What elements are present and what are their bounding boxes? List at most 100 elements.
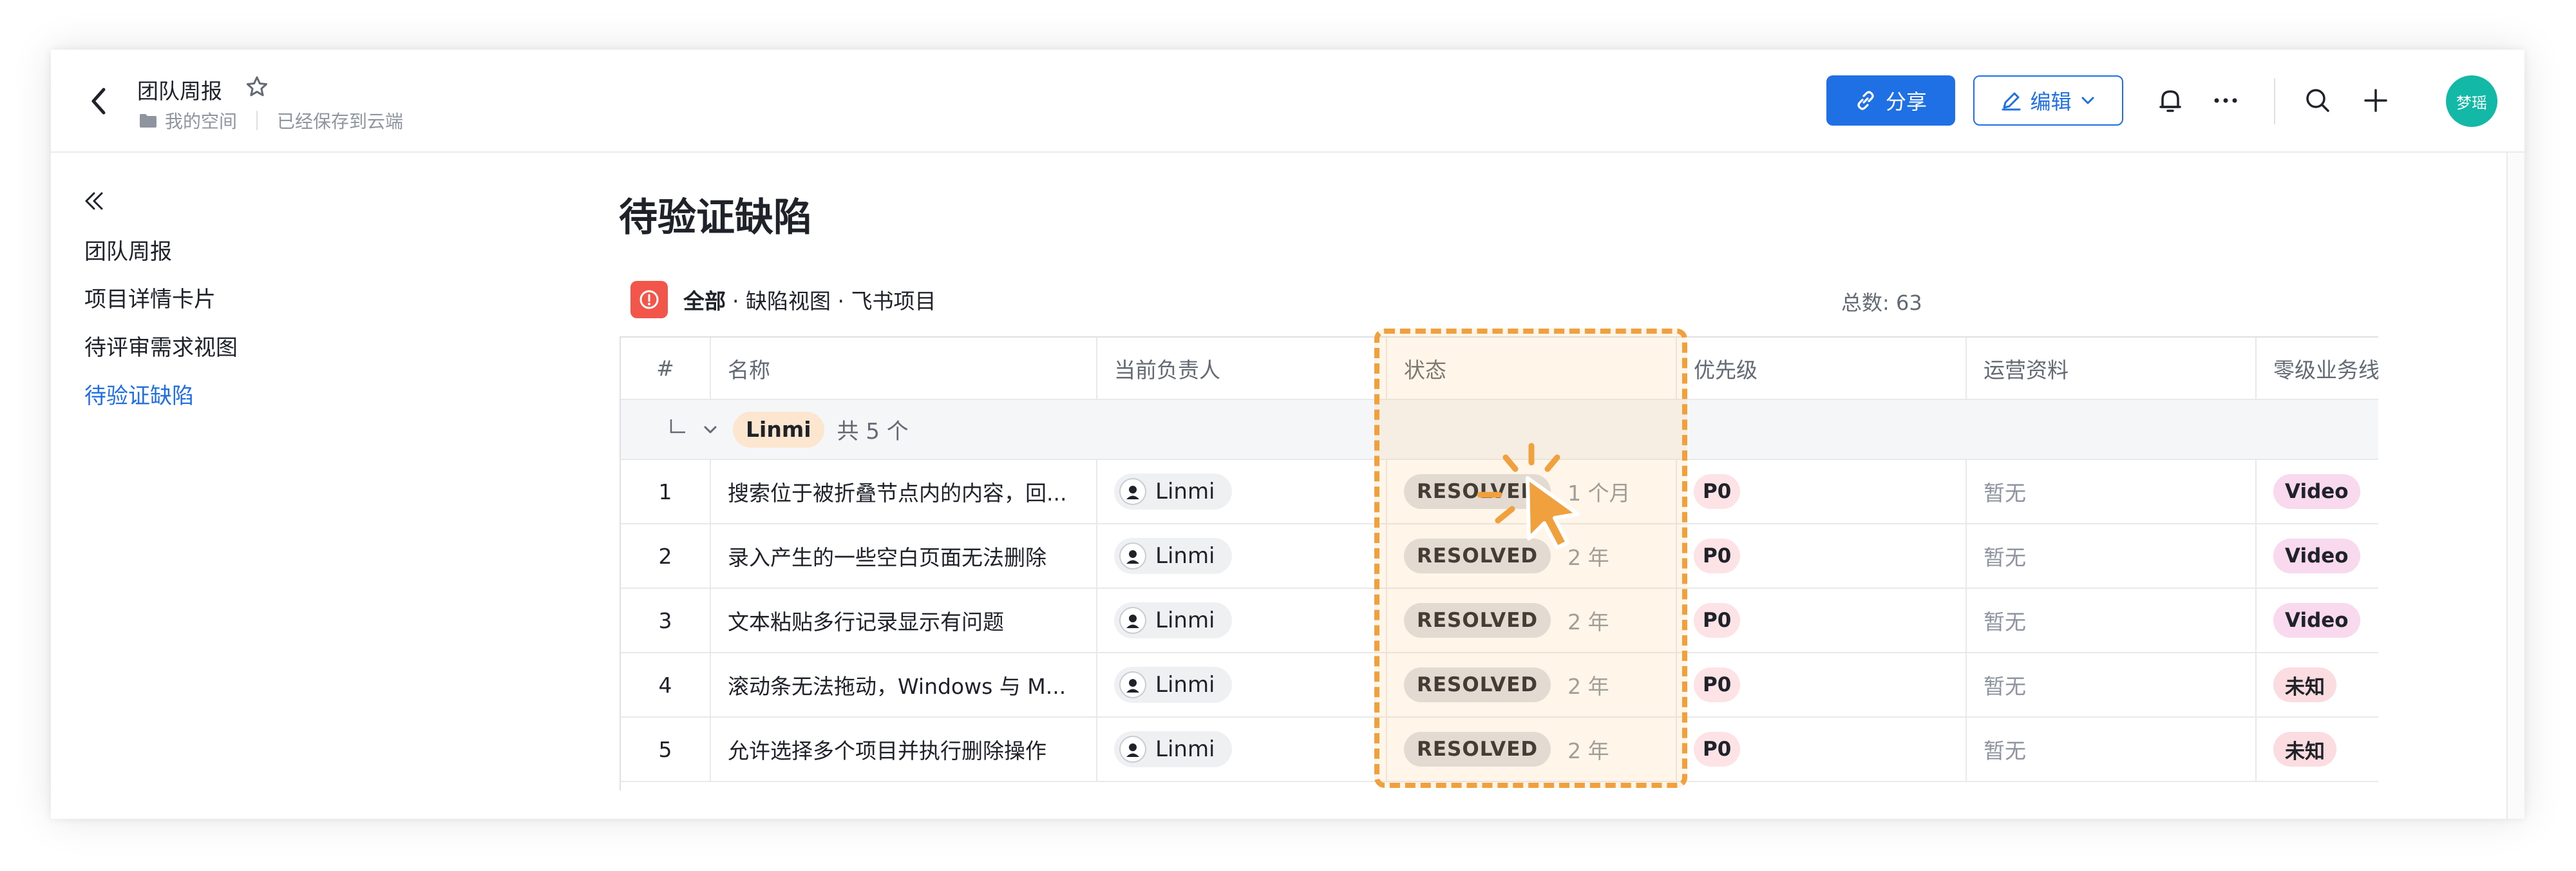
view-bar[interactable]: 全部 · 缺陷视图 · 飞书项目 (630, 280, 936, 319)
sidebar-item-pending-defects[interactable]: 待验证缺陷 (84, 378, 194, 410)
column-header-business-line[interactable]: 零级业务线 (2257, 338, 2378, 399)
row-business-line[interactable]: 未知 (2257, 718, 2378, 781)
row-name[interactable]: 文本粘贴多行记录显示有问题 (711, 589, 1097, 652)
user-avatar[interactable]: 梦瑶 (2446, 75, 2497, 127)
row-ops[interactable]: 暂无 (1967, 589, 2257, 652)
row-number: 5 (621, 718, 711, 781)
doc-title[interactable]: 团队周报 (137, 74, 222, 105)
row-business-line[interactable]: 未知 (2257, 653, 2378, 716)
row-priority[interactable]: P0 (1677, 460, 1967, 523)
chevron-down-icon[interactable] (701, 420, 720, 439)
search-icon[interactable] (2302, 85, 2333, 116)
business-line-badge: Video (2273, 539, 2360, 573)
table-row[interactable]: 2 录入产生的一些空白页面无法删除 Linmi RESOLVED 2 年 P0 … (621, 524, 2378, 589)
priority-badge: P0 (1694, 474, 1741, 509)
bell-icon[interactable] (2155, 85, 2186, 116)
app-window: 团队周报 我的空间 已经保存到云端 分享 编辑 梦瑶 团队周报 项目详情卡片 待… (51, 50, 2524, 819)
row-priority[interactable]: P0 (1677, 718, 1967, 781)
row-ops[interactable]: 暂无 (1967, 524, 2257, 588)
collapse-icon[interactable] (80, 188, 108, 214)
owner-chip[interactable]: Linmi (1114, 602, 1232, 638)
back-arrow-icon[interactable] (83, 83, 115, 119)
table-row[interactable]: 3 文本粘贴多行记录显示有问题 Linmi RESOLVED 2 年 P0 暂无… (621, 589, 2378, 653)
row-priority[interactable]: P0 (1677, 653, 1967, 716)
row-ops[interactable]: 暂无 (1967, 653, 2257, 716)
column-header-status[interactable]: 状态 (1387, 338, 1677, 399)
owner-chip[interactable]: Linmi (1114, 667, 1232, 703)
row-status[interactable]: RESOLVED 2 年 (1387, 653, 1677, 716)
status-time: 1 个月 (1567, 481, 1631, 506)
owner-chip[interactable]: Linmi (1114, 474, 1232, 510)
avatar (1119, 542, 1146, 570)
row-status[interactable]: RESOLVED 2 年 (1387, 524, 1677, 588)
row-priority[interactable]: P0 (1677, 589, 1967, 652)
column-header-name[interactable]: 名称 (711, 338, 1097, 399)
location-label[interactable]: 我的空间 (165, 108, 237, 133)
group-row[interactable]: Linmi 共 5 个 (621, 400, 2378, 460)
row-priority[interactable]: P0 (1677, 524, 1967, 588)
row-name[interactable]: 允许选择多个项目并执行删除操作 (711, 718, 1097, 781)
row-business-line[interactable]: Video (2257, 460, 2378, 523)
status-badge[interactable]: RESOLVED (1404, 732, 1551, 767)
row-status[interactable]: RESOLVED 2 年 (1387, 718, 1677, 781)
status-badge[interactable]: RESOLVED (1404, 667, 1551, 702)
row-ops[interactable]: 暂无 (1967, 718, 2257, 781)
row-owner[interactable]: Linmi (1097, 460, 1387, 523)
ops-value: 暂无 (1984, 609, 2026, 635)
row-number: 2 (621, 524, 711, 588)
row-business-line[interactable]: Video (2257, 524, 2378, 588)
more-icon[interactable] (2210, 85, 2241, 116)
ops-value: 暂无 (1984, 481, 2026, 506)
owner-chip[interactable]: Linmi (1114, 731, 1232, 767)
priority-badge: P0 (1694, 732, 1741, 767)
row-owner[interactable]: Linmi (1097, 653, 1387, 716)
status-time: 2 年 (1567, 674, 1609, 699)
status-badge[interactable]: RESOLVED (1404, 474, 1551, 509)
row-name[interactable]: 录入产生的一些空白页面无法删除 (711, 524, 1097, 588)
owner-name: Linmi (1155, 479, 1215, 504)
column-header-ops[interactable]: 运营资料 (1967, 338, 2257, 399)
owner-chip[interactable]: Linmi (1114, 538, 1232, 574)
column-header-owner[interactable]: 当前负责人 (1097, 338, 1387, 399)
top-header: 团队周报 我的空间 已经保存到云端 分享 编辑 梦瑶 (51, 50, 2524, 153)
sidebar-item-team-weekly[interactable]: 团队周报 (84, 234, 172, 265)
total-count: 总数: 63 (1841, 291, 1922, 315)
share-button[interactable]: 分享 (1826, 75, 1955, 126)
sidebar-item-project-card[interactable]: 项目详情卡片 (84, 282, 216, 313)
row-name[interactable]: 滚动条无法拖动，Windows 与 M... (711, 653, 1097, 716)
edit-button[interactable]: 编辑 (1973, 75, 2123, 126)
column-header-number[interactable]: # (621, 338, 711, 399)
sidebar-item-pending-review[interactable]: 待评审需求视图 (84, 330, 238, 361)
ops-value: 暂无 (1984, 545, 2026, 570)
view-path: · 缺陷视图 · 飞书项目 (732, 289, 936, 314)
row-owner[interactable]: Linmi (1097, 718, 1387, 781)
group-count: 共 5 个 (837, 419, 909, 445)
avatar (1119, 671, 1146, 698)
table-row[interactable]: 5 允许选择多个项目并执行删除操作 Linmi RESOLVED 2 年 P0 … (621, 718, 2378, 782)
row-business-line[interactable]: Video (2257, 589, 2378, 652)
row-owner[interactable]: Linmi (1097, 589, 1387, 652)
priority-badge: P0 (1694, 539, 1741, 573)
status-time: 2 年 (1567, 609, 1609, 635)
table-row[interactable]: 1 搜索位于被折叠节点内的内容，回... Linmi RESOLVED 1 个月… (621, 460, 2378, 524)
link-icon (1857, 91, 1874, 110)
row-ops[interactable]: 暂无 (1967, 460, 2257, 523)
column-header-priority[interactable]: 优先级 (1677, 338, 1967, 399)
row-number: 3 (621, 589, 711, 652)
plus-icon[interactable] (2360, 85, 2391, 116)
status-badge[interactable]: RESOLVED (1404, 539, 1551, 573)
owner-name: Linmi (1155, 543, 1215, 569)
row-status[interactable]: RESOLVED 2 年 (1387, 589, 1677, 652)
pencil-icon (2002, 92, 2021, 111)
owner-name: Linmi (1155, 736, 1215, 762)
vertical-scrollbar[interactable] (2506, 153, 2524, 819)
star-icon[interactable] (244, 74, 270, 100)
row-number: 1 (621, 460, 711, 523)
row-owner[interactable]: Linmi (1097, 524, 1387, 588)
row-status[interactable]: RESOLVED 1 个月 (1387, 460, 1677, 523)
status-badge[interactable]: RESOLVED (1404, 603, 1551, 638)
business-line-badge: Video (2273, 603, 2360, 638)
row-name[interactable]: 搜索位于被折叠节点内的内容，回... (711, 460, 1097, 523)
view-all-label[interactable]: 全部 (683, 284, 726, 315)
table-row[interactable]: 4 滚动条无法拖动，Windows 与 M... Linmi RESOLVED … (621, 653, 2378, 718)
